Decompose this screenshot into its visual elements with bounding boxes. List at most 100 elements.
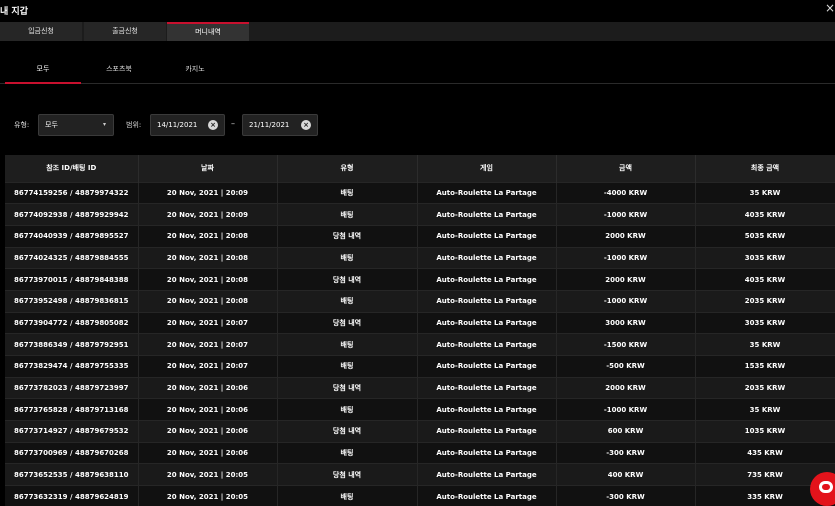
cell-date: 20 Nov, 2021 | 20:08	[138, 289, 278, 313]
type-label: 유형:	[14, 121, 30, 129]
filter-bar: 유형: 모두 ▾ 범위: 14/11/2021 × – 21/11/2021 ×	[0, 114, 835, 136]
table-row: 86773632319 / 48879624819 20 Nov, 2021 | …	[5, 485, 835, 506]
cell-type: 배팅	[277, 398, 418, 421]
subtab-all[interactable]: 모두	[5, 56, 81, 84]
date-to-input[interactable]: 21/11/2021 ×	[242, 114, 318, 136]
column-header-final-amount: 최종 금액	[695, 155, 835, 182]
cell-date: 20 Nov, 2021 | 20:08	[138, 268, 278, 291]
tab-withdraw[interactable]: 출금신청	[84, 22, 166, 41]
cell-game: Auto-Roulette La Partage	[417, 420, 557, 443]
table-row: 86774040939 / 48879895527 20 Nov, 2021 | …	[5, 224, 835, 248]
transactions-table-wrapper[interactable]: 참조 ID/배팅 ID 날짜 유형 게임 금액 최종 금액 8677415925…	[5, 155, 835, 506]
cell-type: 배팅	[277, 355, 418, 378]
cell-reference-id: 86774024325 / 48879884555	[5, 246, 139, 269]
cell-amount: 600 KRW	[556, 420, 696, 443]
cell-type: 당첨 내역	[277, 420, 418, 443]
table-row: 86773700969 / 48879670268 20 Nov, 2021 | …	[5, 441, 835, 464]
cell-reference-id: 86773632319 / 48879624819	[5, 485, 139, 506]
cell-type: 배팅	[277, 333, 418, 356]
cell-date: 20 Nov, 2021 | 20:08	[138, 246, 278, 269]
cell-final-amount: 1535 KRW	[695, 355, 835, 378]
cell-reference-id: 86773700969 / 48879670268	[5, 441, 139, 464]
sub-tabs: 모두 스포츠북 카지노	[0, 56, 835, 84]
cell-type: 배팅	[277, 181, 418, 204]
date-separator: –	[231, 119, 235, 128]
table-row: 86773904772 / 48879805082 20 Nov, 2021 | …	[5, 311, 835, 334]
cell-reference-id: 86774092938 / 48879929942	[5, 203, 139, 226]
cell-game: Auto-Roulette La Partage	[417, 203, 557, 226]
cell-type: 배팅	[277, 203, 418, 226]
window-titlebar: 내 지갑 ×	[0, 0, 835, 20]
cell-reference-id: 86773714927 / 48879679532	[5, 420, 139, 443]
cell-type: 배팅	[277, 246, 418, 269]
cell-reference-id: 86773829474 / 48879755335	[5, 355, 139, 378]
table-row: 86773765828 / 48879713168 20 Nov, 2021 | …	[5, 398, 835, 421]
range-label: 범위:	[126, 121, 142, 129]
cell-game: Auto-Roulette La Partage	[417, 441, 557, 464]
subtab-sportsbook[interactable]: 스포츠북	[81, 56, 157, 84]
cell-reference-id: 86773970015 / 48879848388	[5, 268, 139, 291]
table-row: 86774159256 / 48879974322 20 Nov, 2021 | …	[5, 181, 835, 204]
cell-final-amount: 3035 KRW	[695, 246, 835, 269]
cell-type: 배팅	[277, 289, 418, 313]
tab-money-history[interactable]: 머니내역	[167, 22, 249, 41]
cell-amount: -300 KRW	[556, 485, 696, 506]
cell-reference-id: 86773886349 / 48879792951	[5, 333, 139, 356]
cell-reference-id: 86773952498 / 48879836815	[5, 289, 139, 313]
cell-amount: -1000 KRW	[556, 398, 696, 421]
cell-amount: 2000 KRW	[556, 268, 696, 291]
type-select[interactable]: 모두 ▾	[38, 114, 114, 136]
cell-game: Auto-Roulette La Partage	[417, 246, 557, 269]
clear-icon[interactable]: ×	[301, 120, 311, 130]
cell-date: 20 Nov, 2021 | 20:06	[138, 398, 278, 421]
clear-icon[interactable]: ×	[208, 120, 218, 130]
cell-date: 20 Nov, 2021 | 20:06	[138, 420, 278, 443]
cell-amount: 2000 KRW	[556, 224, 696, 248]
subtab-casino[interactable]: 카지노	[157, 56, 233, 84]
cell-date: 20 Nov, 2021 | 20:08	[138, 224, 278, 248]
cell-reference-id: 86773652535 / 48879638110	[5, 463, 139, 486]
cell-amount: -500 KRW	[556, 355, 696, 378]
cell-final-amount: 35 KRW	[695, 398, 835, 421]
cell-final-amount: 2035 KRW	[695, 376, 835, 399]
cell-type: 배팅	[277, 485, 418, 506]
cell-amount: 400 KRW	[556, 463, 696, 486]
table-body: 86774159256 / 48879974322 20 Nov, 2021 | …	[5, 181, 835, 506]
column-header-amount: 금액	[556, 155, 696, 182]
cell-reference-id: 86774040939 / 48879895527	[5, 224, 139, 248]
cell-date: 20 Nov, 2021 | 20:06	[138, 441, 278, 464]
cell-game: Auto-Roulette La Partage	[417, 311, 557, 334]
date-from-input[interactable]: 14/11/2021 ×	[150, 114, 225, 136]
table-row: 86773970015 / 48879848388 20 Nov, 2021 | …	[5, 268, 835, 291]
cell-date: 20 Nov, 2021 | 20:07	[138, 311, 278, 334]
cell-final-amount: 5035 KRW	[695, 224, 835, 248]
cell-game: Auto-Roulette La Partage	[417, 268, 557, 291]
cell-date: 20 Nov, 2021 | 20:09	[138, 203, 278, 226]
close-icon[interactable]: ×	[825, 1, 835, 15]
cell-reference-id: 86773782023 / 48879723997	[5, 376, 139, 399]
cell-game: Auto-Roulette La Partage	[417, 224, 557, 248]
table-row: 86773829474 / 48879755335 20 Nov, 2021 | …	[5, 355, 835, 378]
main-tabs: 입금신청 출금신청 머니내역	[0, 22, 835, 41]
cell-amount: -4000 KRW	[556, 181, 696, 204]
table-row: 86773714927 / 48879679532 20 Nov, 2021 | …	[5, 420, 835, 443]
cell-reference-id: 86774159256 / 48879974322	[5, 181, 139, 204]
cell-date: 20 Nov, 2021 | 20:09	[138, 181, 278, 204]
cell-final-amount: 435 KRW	[695, 441, 835, 464]
cell-final-amount: 35 KRW	[695, 333, 835, 356]
cell-type: 배팅	[277, 441, 418, 464]
table-header-row: 참조 ID/배팅 ID 날짜 유형 게임 금액 최종 금액	[5, 155, 835, 182]
cell-amount: -1500 KRW	[556, 333, 696, 356]
transactions-table: 참조 ID/배팅 ID 날짜 유형 게임 금액 최종 금액 8677415925…	[5, 155, 835, 506]
table-row: 86773952498 / 48879836815 20 Nov, 2021 | …	[5, 289, 835, 313]
cell-amount: 3000 KRW	[556, 311, 696, 334]
cell-type: 당첨 내역	[277, 463, 418, 486]
tab-deposit[interactable]: 입금신청	[0, 22, 82, 41]
cell-final-amount: 2035 KRW	[695, 289, 835, 313]
cell-date: 20 Nov, 2021 | 20:05	[138, 485, 278, 506]
cell-game: Auto-Roulette La Partage	[417, 181, 557, 204]
cell-game: Auto-Roulette La Partage	[417, 333, 557, 356]
cell-date: 20 Nov, 2021 | 20:05	[138, 463, 278, 486]
column-header-date: 날짜	[138, 155, 278, 182]
cell-amount: -1000 KRW	[556, 289, 696, 313]
